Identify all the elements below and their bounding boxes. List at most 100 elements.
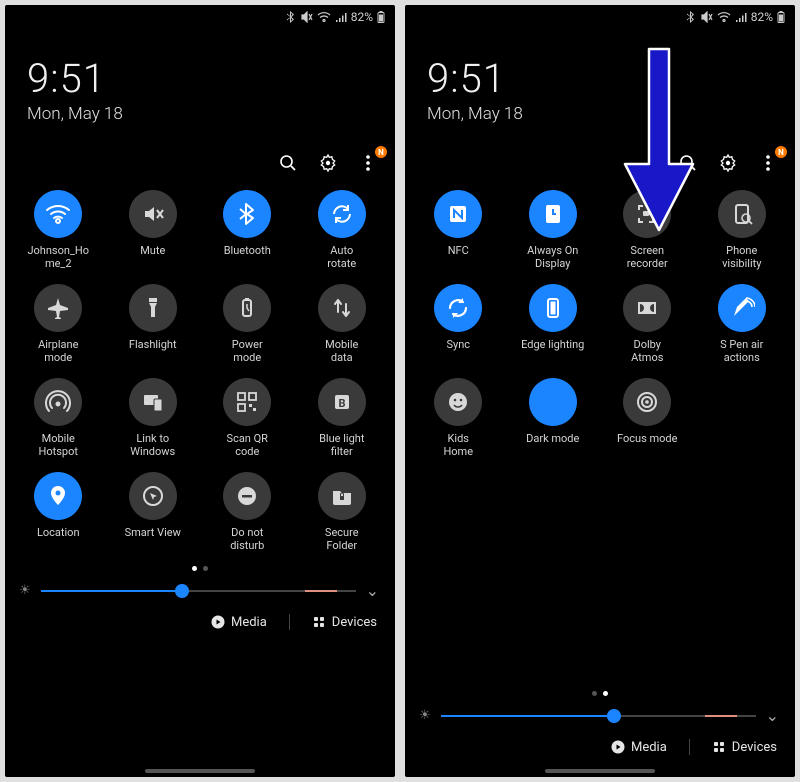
airplane-icon <box>34 284 82 332</box>
qs-tile-wifi[interactable]: Johnson_Ho me_2 <box>11 190 106 270</box>
devices-button[interactable]: Devices <box>312 615 377 630</box>
page-dot-2 <box>603 691 608 696</box>
brightness-slider[interactable] <box>441 707 756 725</box>
qs-tile-label: Edge lighting <box>521 338 584 351</box>
media-label: Media <box>631 740 667 755</box>
qs-tile-airplane[interactable]: Airplane mode <box>11 284 106 364</box>
qs-tile-edgelight[interactable]: Edge lighting <box>506 284 601 364</box>
brightness-expand-icon[interactable]: ⌄ <box>366 581 379 600</box>
hotspot-icon <box>34 378 82 426</box>
quick-settings-grid: NFC Always On Display Screen recorder Phone… <box>405 182 795 458</box>
qs-tile-kids[interactable]: Kids Home <box>411 378 506 458</box>
nav-handle[interactable] <box>545 769 655 773</box>
qs-tile-label: Blue light filter <box>319 432 364 458</box>
search-icon[interactable] <box>277 152 299 174</box>
mute-icon <box>129 190 177 238</box>
visibility-icon <box>718 190 766 238</box>
clock-time: 9:51 <box>27 55 375 102</box>
qs-tile-label: Link to Windows <box>130 432 175 458</box>
nav-handle[interactable] <box>145 769 255 773</box>
qs-tile-spen[interactable]: S Pen air actions <box>695 284 790 364</box>
annotation-arrow-icon <box>619 45 699 235</box>
media-button[interactable]: Media <box>211 615 267 630</box>
qs-tile-mute[interactable]: Mute <box>106 190 201 270</box>
autorotate-icon <box>318 190 366 238</box>
settings-gear-icon[interactable] <box>717 152 739 174</box>
qs-tile-dolby[interactable]: Dolby Atmos <box>600 284 695 364</box>
clock-date: Mon, May 18 <box>27 104 375 124</box>
qs-tile-label: Secure Folder <box>325 526 359 552</box>
settings-gear-icon[interactable] <box>317 152 339 174</box>
more-options-icon[interactable]: N <box>357 152 379 174</box>
linkwin-icon <box>129 378 177 426</box>
phone-screen-page1: 82% 9:51 Mon, May 18 N Johnson_Ho me_2Mu… <box>5 5 395 777</box>
qs-tile-nfc[interactable]: NFC <box>411 190 506 270</box>
qs-tile-label: Always On Display <box>527 244 578 270</box>
qs-tile-label: Airplane mode <box>38 338 78 364</box>
qs-tile-flashlight[interactable]: Flashlight <box>106 284 201 364</box>
page-indicator <box>405 677 795 702</box>
brightness-expand-icon[interactable]: ⌄ <box>766 706 779 725</box>
qs-tile-label: Kids Home <box>443 432 473 458</box>
qs-toolbar: N <box>405 132 795 182</box>
kids-icon <box>434 378 482 426</box>
media-button[interactable]: Media <box>611 740 667 755</box>
wifi-status-icon <box>717 12 731 22</box>
devices-label: Devices <box>332 615 377 630</box>
qs-tile-linkwin[interactable]: Link to Windows <box>106 378 201 458</box>
clock-area: 9:51 Mon, May 18 <box>5 29 395 132</box>
qs-tile-power[interactable]: Power mode <box>200 284 295 364</box>
mobiledata-icon <box>318 284 366 332</box>
qs-tile-autorotate[interactable]: Auto rotate <box>295 190 390 270</box>
svg-text:B: B <box>338 397 345 410</box>
qs-tile-label: Location <box>37 526 80 539</box>
devices-label: Devices <box>732 740 777 755</box>
nfc-icon <box>434 190 482 238</box>
more-options-icon[interactable]: N <box>757 152 779 174</box>
power-icon <box>223 284 271 332</box>
qs-tile-label: Flashlight <box>129 338 177 351</box>
qs-tile-bluetooth[interactable]: Bluetooth <box>200 190 295 270</box>
page-dot-1 <box>592 691 597 696</box>
qs-tile-bluelight[interactable]: B Blue light filter <box>295 378 390 458</box>
qs-tile-darkmode[interactable]: Dark mode <box>506 378 601 458</box>
qs-tile-smartview[interactable]: Smart View <box>106 472 201 552</box>
media-label: Media <box>231 615 267 630</box>
qs-tile-dnd[interactable]: Do not disturb <box>200 472 295 552</box>
qs-tile-aod[interactable]: Always On Display <box>506 190 601 270</box>
status-bar: 82% <box>5 5 395 29</box>
brightness-slider[interactable] <box>41 582 356 600</box>
qs-tile-securefolder[interactable]: Secure Folder <box>295 472 390 552</box>
qs-tile-hotspot[interactable]: Mobile Hotspot <box>11 378 106 458</box>
qs-tile-label: Mobile Hotspot <box>39 432 78 458</box>
dolby-icon <box>623 284 671 332</box>
bluelight-icon: B <box>318 378 366 426</box>
darkmode-icon <box>529 378 577 426</box>
clock-date: Mon, May 18 <box>427 104 775 124</box>
qs-tile-label: Auto rotate <box>327 244 356 270</box>
qs-tile-visibility[interactable]: Phone visibility <box>695 190 790 270</box>
qs-tile-label: NFC <box>448 244 469 257</box>
qr-icon <box>223 378 271 426</box>
flashlight-icon <box>129 284 177 332</box>
qs-tile-sync[interactable]: Sync <box>411 284 506 364</box>
qs-tile-mobiledata[interactable]: Mobile data <box>295 284 390 364</box>
qs-tile-label: Screen recorder <box>627 244 668 270</box>
qs-tile-qr[interactable]: Scan QR code <box>200 378 295 458</box>
devices-button[interactable]: Devices <box>712 740 777 755</box>
notification-badge: N <box>775 146 787 158</box>
smartview-icon <box>129 472 177 520</box>
qs-tile-focus[interactable]: Focus mode <box>600 378 695 458</box>
brightness-row: ☀︎ ⌄ <box>5 577 395 608</box>
qs-tile-label: Dark mode <box>526 432 579 445</box>
qs-tile-label: S Pen air actions <box>720 338 763 364</box>
bluetooth-status-icon <box>687 11 697 23</box>
bluetooth-status-icon <box>287 11 297 23</box>
notification-badge: N <box>375 146 387 158</box>
brightness-row: ☀︎ ⌄ <box>405 702 795 733</box>
qs-tile-label: Dolby Atmos <box>631 338 663 364</box>
battery-percent: 82% <box>751 10 773 24</box>
footer-divider <box>689 739 690 755</box>
qs-tile-location[interactable]: Location <box>11 472 106 552</box>
brightness-icon: ☀︎ <box>419 708 431 723</box>
